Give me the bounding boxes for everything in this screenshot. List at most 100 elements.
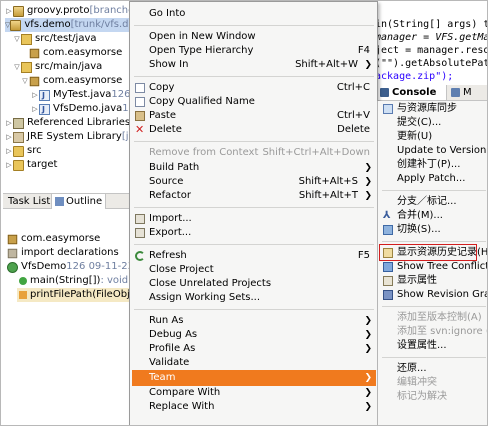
tree-item-target[interactable]: ▷ target: [5, 158, 57, 172]
submenu-separator: [382, 357, 486, 358]
menu-item-validate[interactable]: Validate: [132, 355, 376, 371]
expand-icon[interactable]: ▷: [5, 116, 13, 130]
tree-item-package[interactable]: ▽ com.easymorse: [21, 74, 122, 88]
submenu-separator: [382, 306, 486, 307]
tree-item-package[interactable]: com.easymorse: [29, 46, 122, 60]
expand-icon[interactable]: ▷: [5, 144, 13, 158]
copy-icon: [135, 97, 145, 107]
outline-item-package[interactable]: com.easymorse: [7, 232, 100, 246]
tab-console[interactable]: Console: [377, 85, 447, 100]
tab-outline[interactable]: Outline: [51, 194, 107, 209]
tree-item-referenced-libraries[interactable]: ▷ Referenced Libraries: [5, 116, 130, 130]
tab-other[interactable]: M: [449, 85, 472, 100]
java-file-icon: [39, 103, 50, 117]
expand-icon[interactable]: ▷: [5, 130, 13, 144]
collapse-icon[interactable]: ▽: [21, 74, 29, 88]
outline-item-main[interactable]: main(String[]) : void: [19, 274, 128, 288]
package-icon: [29, 76, 40, 86]
outline-item-label: VfsDemo: [21, 261, 67, 272]
tab-label: Outline: [66, 196, 103, 207]
menu-item-go-into[interactable]: Go Into: [132, 6, 376, 22]
tree-item-mytest-java[interactable]: ▷ MyTest.java 126: [31, 88, 131, 103]
screenshot-frame: ▷ groovy.proto [branches/gri ▽ vfs.demo …: [0, 0, 488, 426]
outline-item-printfilepath[interactable]: printFilePath(FileObjec: [17, 288, 131, 302]
menu-item-replace-with[interactable]: Replace With ❯: [132, 399, 376, 415]
menu-item-shortcut: Shift+Ctrl+Alt+Down: [262, 147, 370, 158]
import-icon: [135, 214, 145, 224]
submenu-separator: [382, 241, 486, 242]
tab-label: M: [463, 87, 472, 98]
outline-item-decoration: : void: [100, 275, 129, 286]
expand-icon[interactable]: ▷: [5, 4, 13, 18]
menu-separator: [134, 141, 374, 142]
menu-separator: [134, 309, 374, 310]
outline-item-imports[interactable]: import declarations: [7, 246, 119, 260]
submenu-item-label: Show Revision Grap: [397, 289, 488, 300]
submenu-item-mark-resolved[interactable]: 标记为解决: [380, 389, 487, 405]
collapse-icon[interactable]: ▽: [13, 32, 21, 46]
tab-label: Task List: [8, 196, 51, 207]
tree-item-label: VfsDemo.java: [53, 103, 123, 114]
collapse-icon[interactable]: ▽: [13, 60, 21, 74]
tree-item-src[interactable]: ▷ src: [5, 144, 42, 158]
tab-task-list[interactable]: Task List: [5, 194, 53, 209]
expand-icon[interactable]: ▷: [5, 158, 13, 172]
submenu-item-label: 设置属性...: [397, 340, 447, 351]
delete-icon: ✕: [135, 123, 145, 136]
tree-item-decoration: [trunk/vfs.demo: [70, 19, 131, 30]
tree-item-label: vfs.demo: [24, 19, 71, 30]
code-line: ackage.zip");: [375, 71, 454, 82]
tab-label: Console: [392, 87, 437, 98]
submenu-item-label: 标记为解决: [397, 391, 447, 402]
tree-item-jre-library[interactable]: ▷ JRE System Library [jav: [5, 130, 131, 144]
menu-item-shortcut: Delete: [337, 124, 370, 135]
menu-separator: [134, 25, 374, 26]
tree-item-src-main-java[interactable]: ▽ src/main/java: [13, 60, 102, 74]
menu-item-export[interactable]: Export...: [132, 225, 376, 241]
submenu-item-switch[interactable]: 切换(S)...: [380, 222, 487, 238]
tree-item-label: MyTest.java: [53, 89, 112, 100]
code-line: manager = VFS.getMa: [375, 32, 487, 43]
expand-icon[interactable]: ▷: [31, 88, 39, 102]
tree-item-label: com.easymorse: [43, 75, 123, 86]
menu-item-label: Show In: [149, 59, 189, 70]
package-icon: [7, 234, 18, 244]
menu-item-remove-from-context[interactable]: Remove from Context Shift+Ctrl+Alt+Down: [132, 145, 376, 161]
menu-item-label: Validate: [149, 357, 190, 368]
expand-icon[interactable]: ▷: [31, 102, 39, 116]
submenu-item-apply-patch[interactable]: Apply Patch...: [380, 171, 487, 187]
outline-item-class[interactable]: VfsDemo 126 09-11-23: [7, 260, 131, 274]
tree-item-decoration: 126: [111, 89, 131, 100]
console-tab-bar: Console M: [375, 85, 487, 101]
menu-item-assign-working-sets[interactable]: Assign Working Sets...: [132, 290, 376, 306]
submenu-arrow-icon: ❯: [364, 373, 372, 383]
tree-item-label: target: [27, 159, 58, 170]
tree-item-src-test-java[interactable]: ▽ src/test/java: [13, 32, 97, 46]
folder-icon: [13, 145, 24, 157]
team-submenu: 与资源库同步 提交(C)... 更新(U) Update to Version.…: [377, 101, 488, 425]
menu-item-delete[interactable]: ✕ Delete Delete: [132, 122, 376, 138]
source-folder-icon: [21, 61, 32, 73]
menu-item-refactor[interactable]: Refactor Shift+Alt+T ❯: [132, 188, 376, 204]
private-method-icon: [19, 291, 27, 299]
public-method-icon: [19, 277, 27, 285]
tree-item-vfs-demo[interactable]: ▽ vfs.demo [trunk/vfs.demo: [5, 18, 131, 32]
menu-item-team[interactable]: Team ❯: [132, 370, 376, 386]
submenu-item-show-revision-graph[interactable]: Show Revision Grap: [380, 287, 488, 303]
switch-icon: [383, 225, 393, 235]
folder-icon: [13, 159, 24, 171]
menu-item-show-in[interactable]: Show In Shift+Alt+W ❯: [132, 57, 376, 73]
tree-item-label: src/test/java: [35, 33, 97, 44]
tree-item-groovy-proto[interactable]: ▷ groovy.proto [branches/gri: [5, 4, 131, 18]
menu-separator: [134, 76, 374, 77]
code-editor[interactable]: in(String[] args) th manager = VFS.getMa…: [373, 3, 487, 83]
code-line: in(String[] args) th: [375, 19, 487, 30]
code-line: ject = manager.resol: [375, 45, 487, 56]
menu-item-label: Go Into: [149, 8, 186, 19]
tree-item-label: JRE System Library: [27, 131, 122, 142]
submenu-item-set-property[interactable]: 设置属性...: [380, 338, 487, 354]
tree-item-vfsdemo-java[interactable]: ▷ VfsDemo.java 126: [31, 102, 131, 117]
menu-item-label: Export...: [149, 227, 192, 238]
submenu-arrow-icon: ❯: [364, 402, 372, 412]
package-icon: [29, 48, 40, 58]
